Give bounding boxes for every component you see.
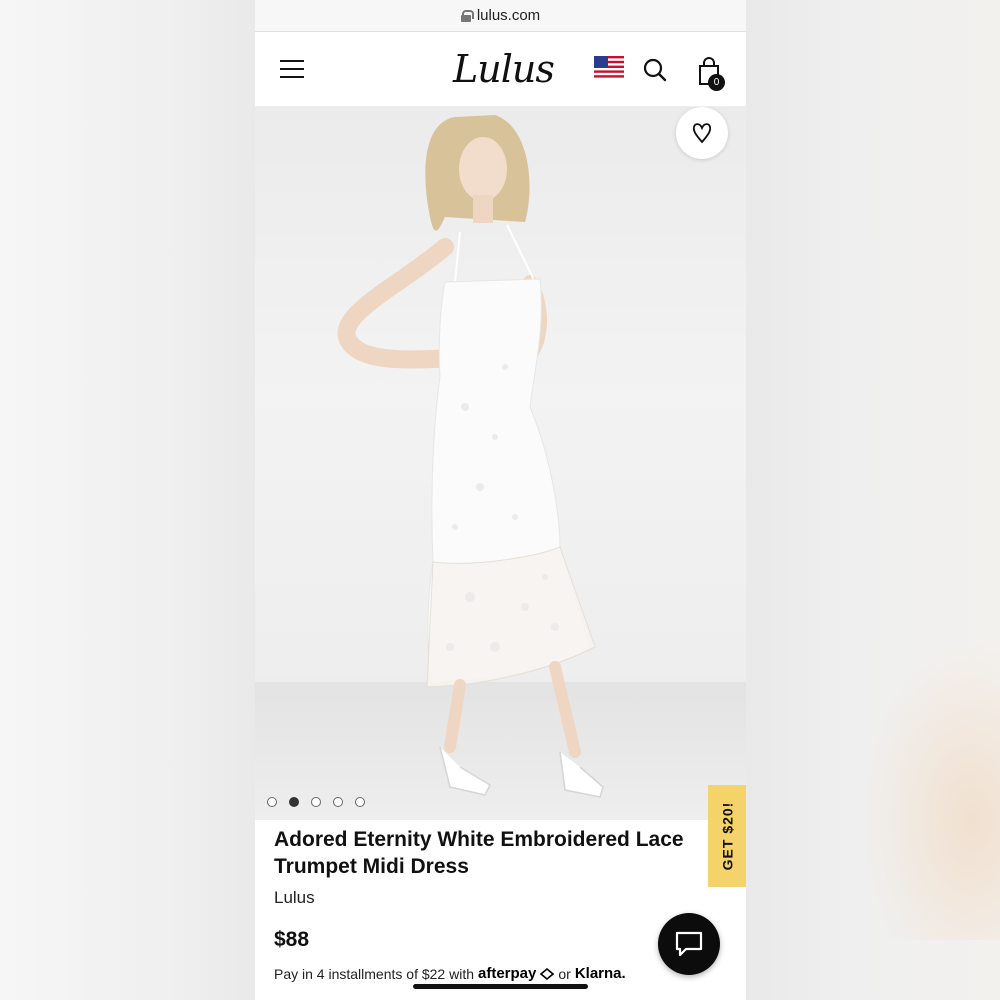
product-brand[interactable]: Lulus (274, 888, 315, 908)
afterpay-arrow-icon (540, 967, 555, 980)
home-indicator (413, 984, 588, 989)
product-price: $88 (274, 928, 310, 951)
background-warm-glow (860, 640, 1000, 940)
afterpay-logo[interactable]: afterpay (478, 965, 536, 982)
us-flag-icon[interactable] (594, 56, 624, 80)
chat-bubble-icon (675, 931, 703, 957)
promo-label: GET $20! (719, 801, 736, 871)
product-image[interactable] (255, 107, 746, 820)
cart-count-badge: 0 (708, 74, 725, 91)
installment-text: Pay in 4 installments of $22 with (274, 965, 474, 982)
carousel-dot[interactable] (333, 797, 343, 807)
payment-separator: or (558, 965, 571, 982)
wishlist-heart-button[interactable] (676, 107, 728, 159)
model-illustration (337, 115, 604, 798)
search-icon[interactable] (643, 58, 667, 82)
heart-icon (692, 123, 712, 144)
lock-icon (460, 9, 474, 22)
klarna-logo[interactable]: Klarna. (575, 965, 626, 982)
installment-payment-info: Pay in 4 installments of $22 with afterp… (274, 965, 626, 982)
background-left (0, 0, 255, 1000)
carousel-dot[interactable] (267, 797, 277, 807)
url-text: lulus.com (476, 7, 541, 24)
chat-button[interactable] (658, 913, 720, 975)
image-carousel-dots (267, 797, 365, 807)
product-title: Adored Eternity White Embroidered Lace T… (274, 828, 684, 878)
get-20-promo-tab[interactable]: GET $20! (708, 785, 746, 887)
site-header: Lulus 0 (255, 32, 746, 107)
lulus-logo[interactable]: Lulus (453, 47, 555, 91)
carousel-dot[interactable] (311, 797, 321, 807)
menu-icon[interactable] (280, 60, 304, 80)
mobile-browser-screen: lulus.com Lulus 0 Adored Eternity White … (255, 0, 746, 1000)
carousel-dot[interactable] (355, 797, 365, 807)
browser-url-bar[interactable]: lulus.com (255, 0, 746, 32)
carousel-dot-active[interactable] (289, 797, 299, 807)
